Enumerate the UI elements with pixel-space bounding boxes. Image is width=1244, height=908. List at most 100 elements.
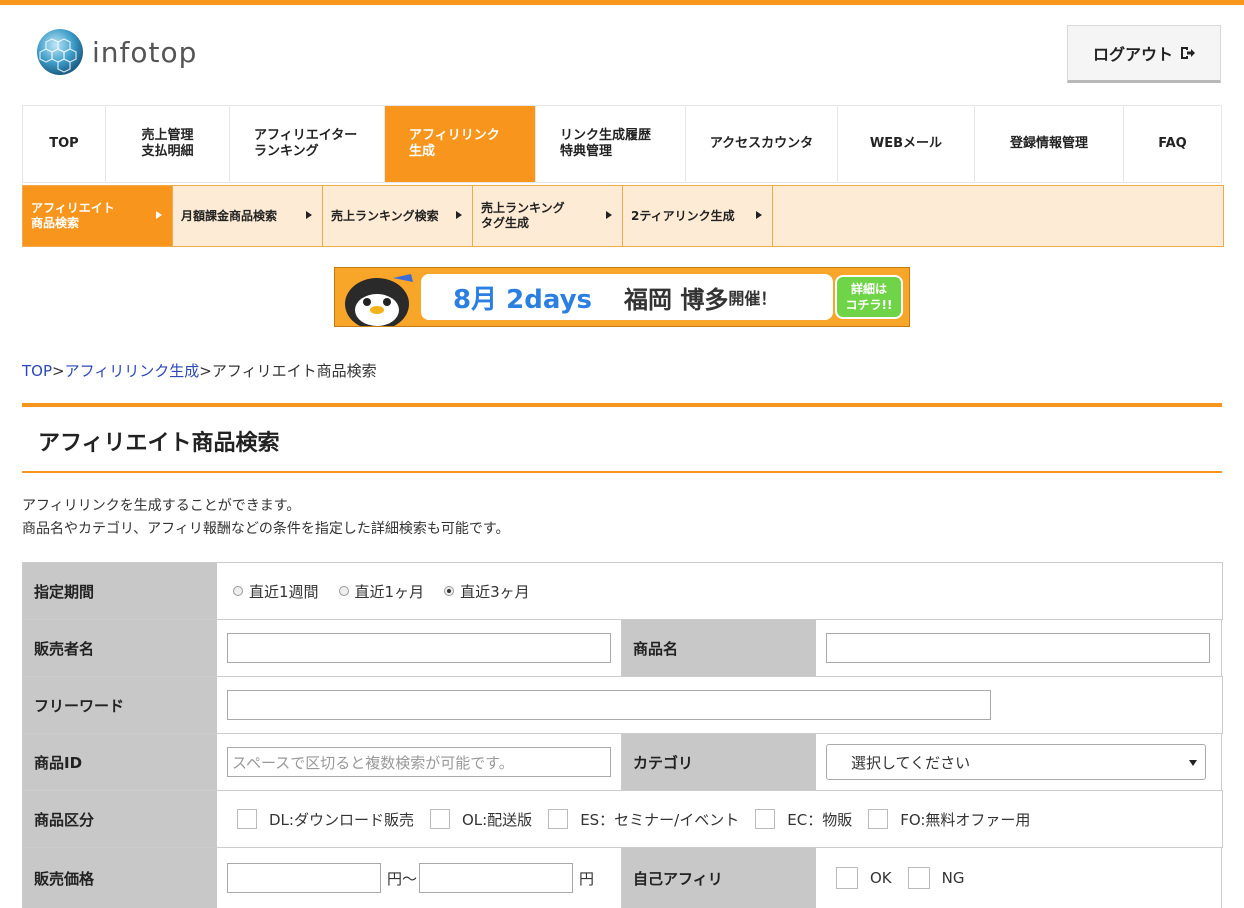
product-type-checkbox-es[interactable]: ES：セミナー/イベント — [548, 809, 739, 830]
arrow-right-icon — [606, 211, 612, 219]
nav-item-affiliate-link[interactable]: アフィリリンク 生成 — [385, 106, 536, 182]
price-cell: 円～ 円 — [217, 848, 622, 908]
product-type-checkbox-dl[interactable]: DL:ダウンロード販売 — [237, 809, 414, 830]
product-name-input[interactable] — [826, 633, 1210, 663]
nav-item-top[interactable]: TOP — [23, 106, 106, 182]
breadcrumb-affiliate-link[interactable]: アフィリリンク生成 — [65, 362, 200, 380]
nav-label: アフィリエイター — [254, 128, 358, 143]
form-row-seller: 販売者名 商品名 — [23, 620, 1223, 677]
seller-input[interactable] — [227, 633, 611, 663]
checkbox-label: FO:無料オファー用 — [900, 810, 1031, 829]
radio-label: 直近3ヶ月 — [460, 582, 530, 601]
radio-label: 直近1ヶ月 — [354, 582, 425, 601]
seller-cell — [217, 620, 622, 676]
product-type-checkbox-ol[interactable]: OL:配送版 — [429, 809, 533, 830]
freeword-input[interactable] — [227, 690, 991, 720]
self-affiliate-checkbox-ng[interactable]: NG — [907, 867, 965, 889]
checkbox-label: EC：物販 — [787, 810, 853, 829]
event-banner[interactable]: 8月 2days 福岡 博多 開催！ 詳細は コチラ!! — [334, 267, 910, 327]
nav-label: アクセスカウンタ — [709, 136, 814, 151]
checkbox-icon — [755, 809, 776, 829]
title-divider — [22, 471, 1222, 473]
nav-item-account[interactable]: 登録情報管理 — [975, 106, 1124, 182]
logout-button[interactable]: ログアウト — [1067, 25, 1221, 83]
period-radio-3month[interactable]: 直近3ヶ月 — [444, 581, 530, 602]
banner-details-button[interactable]: 詳細は コチラ!! — [835, 275, 903, 319]
arrow-right-icon — [156, 211, 162, 219]
checkbox-icon — [237, 809, 257, 829]
nav-item-link-history[interactable]: リンク生成履歴 特典管理 — [536, 106, 686, 182]
form-row-product-id: 商品ID スペースで区切ると複数検索が可能です。 カテゴリ 選択してください — [23, 734, 1223, 791]
infotop-logo[interactable]: infotop — [36, 28, 197, 76]
product-type-checkbox-ec[interactable]: EC：物販 — [755, 809, 852, 830]
breadcrumb: TOP>アフィリリンク生成>アフィリエイト商品検索 — [22, 360, 377, 381]
self-affiliate-label: 自己アフィリ — [622, 848, 816, 908]
checkbox-icon — [836, 867, 858, 889]
self-affiliate-options: OK NG — [816, 848, 1222, 908]
description-line: 商品名やカテゴリ、アフィリ報酬などの条件を指定した詳細検索も可能です。 — [22, 521, 510, 537]
radio-selected-icon — [444, 586, 455, 596]
logo-text: infotop — [92, 35, 198, 69]
breadcrumb-top-link[interactable]: TOP — [22, 362, 52, 380]
checkbox-icon — [548, 809, 569, 829]
subnav-label: 月額課金商品検索 — [181, 208, 278, 223]
banner-message: 8月 2days 福岡 博多 開催！ — [421, 274, 833, 320]
checkbox-icon — [907, 867, 930, 889]
product-id-label: 商品ID — [23, 734, 217, 790]
nav-label: アフィリリンク — [409, 128, 500, 143]
nav-item-access-counter[interactable]: アクセスカウンタ — [686, 106, 838, 182]
nav-item-faq[interactable]: FAQ — [1124, 106, 1221, 182]
subnav-label: タグ生成 — [481, 216, 530, 230]
price-from-input[interactable] — [227, 863, 381, 893]
description-line: アフィリリンクを生成することができます。 — [22, 498, 301, 514]
seller-label: 販売者名 — [23, 620, 217, 676]
product-id-input[interactable]: スペースで区切ると複数検索が可能です。 — [227, 747, 611, 777]
category-selected-value: 選択してください — [851, 753, 971, 772]
breadcrumb-separator: > — [52, 362, 65, 380]
nav-item-webmail[interactable]: WEBメール — [838, 106, 975, 182]
subnav-item-ranking-tag[interactable]: 売上ランキング タグ生成 — [473, 186, 623, 246]
logout-icon — [1181, 47, 1195, 59]
radio-icon — [233, 586, 243, 596]
price-from-unit: 円～ — [387, 869, 418, 888]
arrow-right-icon — [756, 211, 762, 219]
subnav-label: アフィリエイト — [31, 201, 115, 215]
breadcrumb-current: アフィリエイト商品検索 — [211, 362, 377, 380]
banner-button-label: コチラ!! — [845, 298, 893, 312]
price-to-input[interactable] — [419, 863, 574, 893]
subnav-item-sales-ranking-search[interactable]: 売上ランキング検索 — [323, 186, 473, 246]
period-radio-1week[interactable]: 直近1週間 — [233, 581, 319, 602]
logout-label: ログアウト — [1092, 45, 1173, 64]
product-type-options: DL:ダウンロード販売 OL:配送版 ES：セミナー/イベント EC：物販 FO… — [217, 791, 1223, 847]
nav-item-affiliator-ranking[interactable]: アフィリエイター ランキング — [230, 106, 385, 182]
nav-label: ランキング — [254, 144, 319, 159]
checkbox-label: OK — [870, 869, 892, 887]
nav-label: 支払明細 — [141, 144, 194, 159]
self-affiliate-checkbox-ok[interactable]: OK — [836, 867, 892, 889]
chevron-down-icon — [1189, 760, 1197, 766]
price-to-unit: 円 — [579, 869, 595, 888]
arrow-right-icon — [306, 211, 312, 219]
nav-label: 特典管理 — [560, 144, 613, 159]
form-row-freeword: フリーワード — [23, 677, 1223, 734]
period-radio-1month[interactable]: 直近1ヶ月 — [338, 581, 425, 602]
search-form: 指定期間 直近1週間 直近1ヶ月 直近3ヶ月 販売者名 商品名 フリーワード 商… — [22, 562, 1223, 908]
product-id-cell: スペースで区切ると複数検索が可能です。 — [217, 734, 622, 790]
subnav-label: 2ティアリンク生成 — [631, 208, 735, 223]
checkbox-icon — [868, 809, 889, 829]
product-type-label: 商品区分 — [23, 791, 217, 847]
subnav-label: 売上ランキング — [481, 201, 565, 215]
radio-icon — [338, 586, 349, 596]
nav-item-sales[interactable]: 売上管理 支払明細 — [106, 106, 230, 182]
category-select[interactable]: 選択してください — [826, 744, 1206, 780]
subnav-item-affiliate-search[interactable]: アフィリエイト 商品検索 — [23, 186, 173, 246]
sub-navigation: アフィリエイト 商品検索 月額課金商品検索 売上ランキング検索 売上ランキング タグ… — [22, 185, 1224, 247]
product-name-cell — [816, 620, 1222, 676]
nav-label: WEBメール — [869, 136, 943, 151]
subnav-label: 商品検索 — [31, 216, 80, 230]
subnav-item-monthly-search[interactable]: 月額課金商品検索 — [173, 186, 323, 246]
checkbox-label: OL:配送版 — [461, 810, 533, 829]
subnav-item-2tier-link[interactable]: 2ティアリンク生成 — [623, 186, 773, 246]
checkbox-label: DL:ダウンロード販売 — [269, 810, 414, 829]
product-type-checkbox-fo[interactable]: FO:無料オファー用 — [868, 809, 1030, 830]
